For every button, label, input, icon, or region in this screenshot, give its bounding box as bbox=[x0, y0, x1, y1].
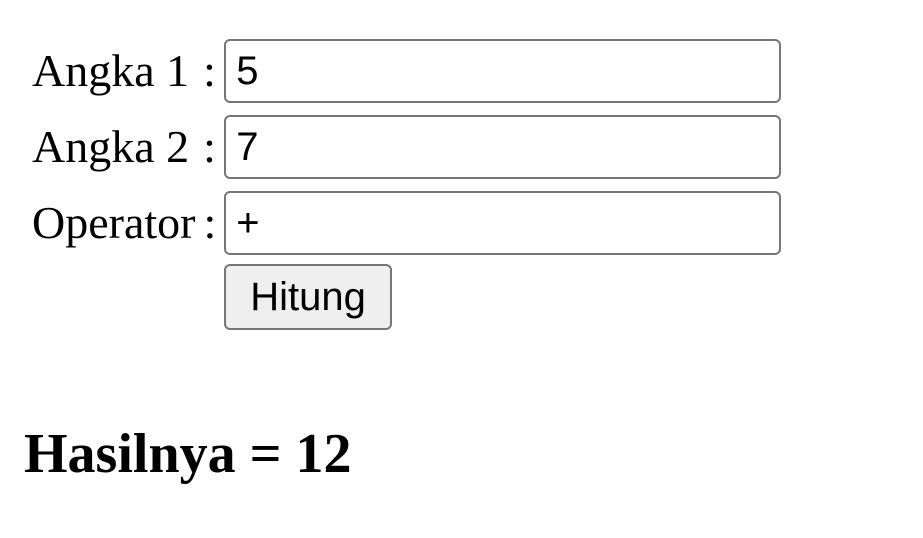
operator-colon: : bbox=[203, 197, 217, 248]
form-row-angka-2: Angka 2: bbox=[32, 112, 782, 182]
operator-label: Operator bbox=[32, 197, 196, 248]
operator-input-cell bbox=[224, 188, 782, 258]
angka-1-colon: : bbox=[203, 45, 216, 96]
submit-spacer-cell bbox=[32, 264, 216, 330]
angka-1-input-cell bbox=[224, 36, 782, 106]
submit-cell: Hitung bbox=[224, 264, 781, 330]
angka-2-label-cell: Angka 2: bbox=[32, 112, 216, 182]
angka-1-label: Angka 1 bbox=[32, 45, 190, 96]
result-text: Hasilnya = 12 bbox=[24, 423, 352, 485]
calculator-form: Angka 1: Angka 2: Operator: Hitung bbox=[24, 30, 789, 336]
angka-2-input-cell bbox=[224, 112, 782, 182]
angka-1-input[interactable] bbox=[224, 39, 782, 103]
angka-2-label: Angka 2 bbox=[32, 121, 190, 172]
angka-2-colon: : bbox=[203, 121, 216, 172]
angka-1-label-cell: Angka 1: bbox=[32, 36, 216, 106]
form-row-operator: Operator: bbox=[32, 188, 782, 258]
angka-2-input[interactable] bbox=[224, 115, 782, 179]
operator-label-cell: Operator: bbox=[32, 188, 216, 258]
hitung-button[interactable]: Hitung bbox=[224, 264, 392, 330]
operator-input[interactable] bbox=[224, 191, 782, 255]
form-row-angka-1: Angka 1: bbox=[32, 36, 782, 106]
form-row-submit: Hitung bbox=[32, 264, 781, 330]
